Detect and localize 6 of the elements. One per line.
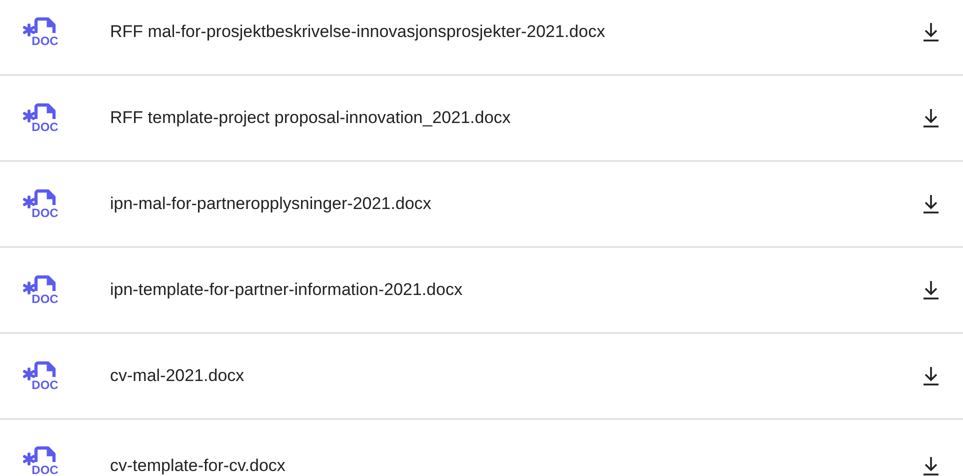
file-name[interactable]: cv-mal-2021.docx [110, 366, 923, 386]
file-name[interactable]: cv-template-for-cv.docx [110, 456, 923, 476]
file-name[interactable]: RFF mal-for-prosjektbeskrivelse-innovasjonsprosjekter-2021.docx [110, 22, 923, 42]
file-name[interactable]: ipn-mal-for-partneropplysninger-2021.docx [110, 194, 923, 214]
file-name[interactable]: RFF template-project proposal-innovation_2021.docx [110, 108, 923, 128]
file-name[interactable]: ipn-template-for-partner-information-2021.docx [110, 280, 923, 300]
